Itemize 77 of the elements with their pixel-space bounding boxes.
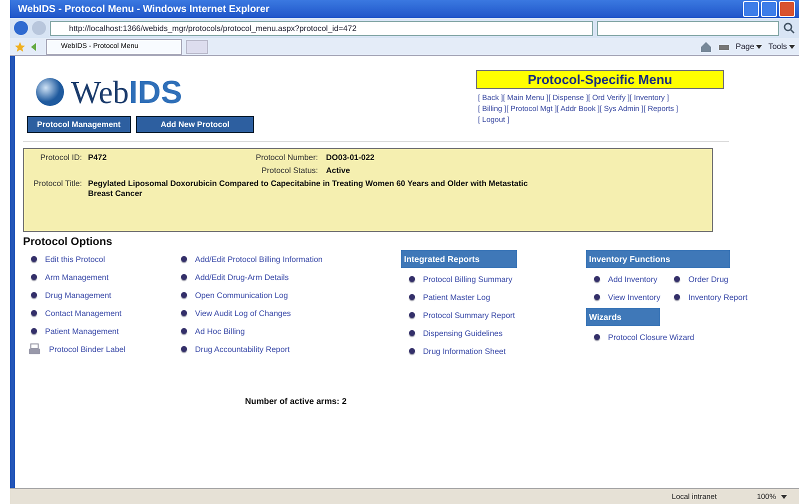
bullet-icon [31,310,37,316]
bullet-icon [31,328,37,334]
bullet-icon [409,294,415,300]
stock-action-link[interactable]: View Inventory [608,292,660,302]
bullet-icon [181,274,187,280]
field-value: Pegylated Liposomal Doxorubicin Compared to Capecitabine in Treating Women 60 Years and Older with Metastatic Breast Cancer [88,179,528,199]
option-link[interactable]: Add/Edit Drug-Arm Details [195,272,289,282]
bullet-icon [181,328,187,334]
option-link[interactable]: Drug Management [45,290,112,300]
stock-action-link[interactable]: Add Inventory [608,274,658,284]
report-link[interactable]: Patient Master Log [423,292,490,302]
search-field[interactable] [597,20,779,36]
report-link[interactable]: Protocol Billing Summary [423,274,512,284]
field-label: Protocol ID: [39,153,82,162]
toolbar-menu[interactable]: Tools [768,42,787,51]
field-value: P472 [88,153,108,162]
bullet-icon [409,276,415,282]
caret-icon[interactable] [789,44,795,48]
window-title: WebIDS - Protocol Menu - Windows Internet Explorer [18,4,270,14]
bullet-icon [31,292,37,298]
report-link[interactable]: Drug Information Sheet [423,346,506,356]
option-link[interactable]: Ad Hoc Billing [195,326,245,336]
close-button[interactable] [779,1,795,17]
section-header: Integrated Reports [401,250,517,268]
menu-title: Protocol-Specific Menu [476,70,724,89]
stock-action-link[interactable]: Order Drug [688,274,728,284]
option-link[interactable]: Arm Management [45,272,109,282]
wizard-link[interactable]: Protocol Closure Wizard [608,332,694,342]
field-value: Active [326,166,350,175]
bullet-icon [181,256,187,262]
bullet-icon [181,346,187,352]
section-heading: Protocol Options [23,236,114,248]
maximize-button[interactable] [761,1,777,17]
option-link[interactable]: Edit this Protocol [45,254,106,264]
minimize-button[interactable] [743,1,759,17]
option-link[interactable]: Add/Edit Protocol Billing Information [195,254,323,264]
report-link[interactable]: Protocol Summary Report [423,310,516,320]
logo-text: WebIDS [71,76,182,108]
toolbar-menu[interactable]: Page [736,42,754,51]
home-icon[interactable] [700,40,712,52]
star-icon[interactable] [14,40,26,52]
stock-action-link[interactable]: Inventory Report [688,292,748,302]
field-label: Protocol Number: [254,153,318,162]
bullet-icon [31,274,37,280]
report-link[interactable]: Dispensing Guidelines [423,328,503,338]
bullet-icon [181,292,187,298]
caret-icon[interactable] [756,44,762,48]
printer-icon [28,342,41,356]
section-header: Inventory Functions [586,250,730,268]
back-button[interactable] [14,21,28,35]
bullet-icon [409,330,415,336]
option-link[interactable]: Contact Management [45,308,122,318]
field-label: Protocol Title: [32,179,82,188]
active-arms-count: Number of active arms: 2 [245,396,348,406]
bullet-icon [31,256,37,262]
bullet-icon [181,310,187,316]
nav-button[interactable]: Protocol Management [27,116,131,133]
caret-icon[interactable] [781,494,787,498]
bullet-icon [409,348,415,354]
section-header: Wizards [586,308,660,326]
option-link[interactable]: Open Communication Log [195,290,288,300]
option-link[interactable]: Drug Accountability Report [195,344,290,354]
bullet-icon [594,276,600,282]
option-link[interactable]: Protocol Binder Label [49,344,126,354]
address-field[interactable]: http://localhost:1366/webids_mgr/protocols/protocol_menu.aspx?protocol_id=472 [50,20,593,36]
option-link[interactable]: View Audit Log of Changes [195,308,291,318]
search-icon[interactable] [783,22,795,34]
option-link[interactable]: Patient Management [45,326,119,336]
globe-logo-icon [35,77,65,107]
bullet-icon [594,294,600,300]
bullet-icon [409,312,415,318]
field-label: Protocol Status: [260,166,318,175]
bullet-icon [674,276,680,282]
nav-button[interactable]: Add New Protocol [136,116,254,133]
bullet-icon [594,334,600,340]
bullet-icon [674,294,680,300]
field-value: DO03-01-022 [326,153,374,162]
